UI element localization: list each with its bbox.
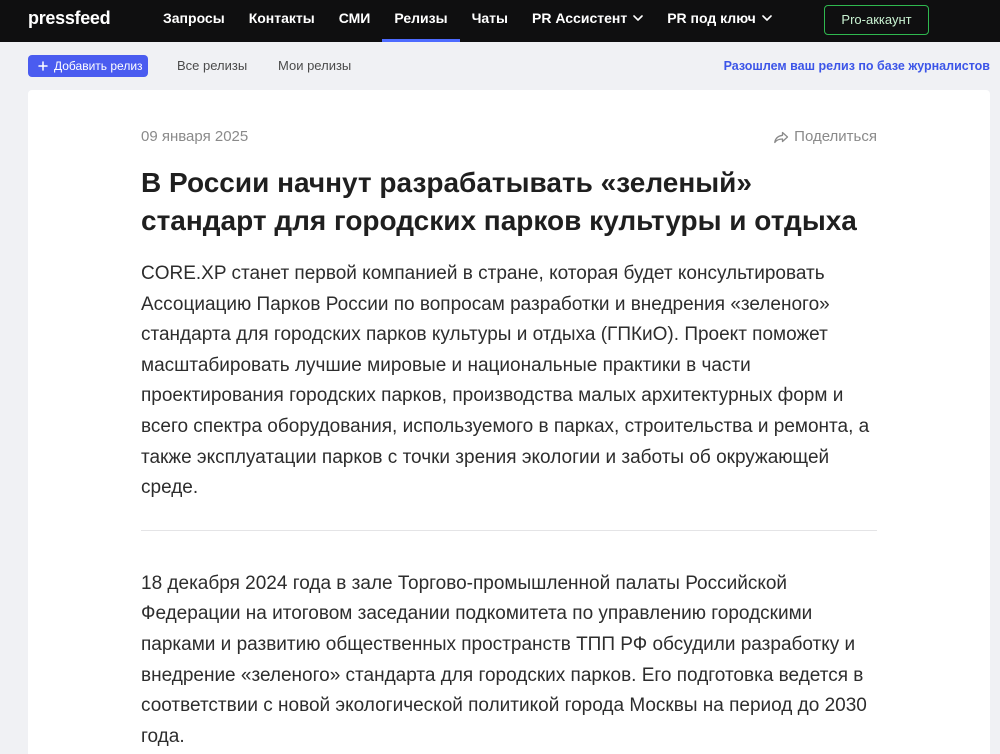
nav-item-contacts[interactable]: Контакты	[237, 0, 327, 42]
nav-item-label: Запросы	[163, 10, 225, 26]
nav-item-pr-assistant[interactable]: PR Ассистент	[520, 0, 655, 42]
nav-item-media[interactable]: СМИ	[327, 0, 383, 42]
chevron-down-icon	[761, 8, 772, 28]
nav-item-label: Релизы	[394, 10, 448, 26]
nav-item-label: Контакты	[248, 10, 315, 26]
distribute-release-link[interactable]: Разошлем ваш релиз по базе журналистов	[724, 57, 990, 75]
logo[interactable]: pressfeed	[28, 7, 111, 29]
release-date: 09 января 2025	[141, 128, 249, 145]
plus-icon	[38, 61, 48, 71]
nav-item-label: PR Ассистент	[532, 10, 628, 26]
pro-account-button[interactable]: Pro-аккаунт	[824, 5, 929, 35]
nav-item-releases[interactable]: Релизы	[382, 0, 460, 42]
release-lead: CORE.XP станет первой компанией в стране…	[141, 263, 870, 499]
nav-item-pr-turnkey[interactable]: PR под ключ	[655, 0, 784, 42]
tab-all-releases[interactable]: Все релизы	[177, 57, 247, 75]
add-release-label: Добавить релиз	[54, 59, 143, 73]
nav-item-label: СМИ	[338, 10, 371, 26]
release-meta: 09 января 2025 Поделиться	[141, 127, 877, 147]
release-title: В России начнут разрабатывать «зеленый» …	[141, 167, 857, 236]
release-card: 09 января 2025 Поделиться В России начну…	[28, 90, 990, 754]
share-button[interactable]: Поделиться	[773, 127, 877, 147]
nav-item-chats[interactable]: Чаты	[460, 0, 520, 42]
nav-item-requests[interactable]: Запросы	[151, 0, 237, 42]
add-release-button[interactable]: Добавить релиз	[28, 55, 148, 77]
chevron-down-icon	[633, 8, 643, 28]
nav-item-label: Чаты	[471, 10, 508, 26]
share-label: Поделиться	[794, 128, 877, 145]
divider	[141, 529, 877, 531]
tab-my-releases[interactable]: Мои релизы	[278, 57, 351, 75]
release-body-paragraph: 18 декабря 2024 года в зале Торгово-пром…	[141, 572, 867, 747]
main-nav: Запросы Контакты СМИ Релизы Чаты PR Асси…	[151, 0, 784, 42]
top-navbar: pressfeed Запросы Контакты СМИ Релизы Ча…	[0, 0, 1000, 42]
share-icon	[773, 129, 789, 145]
nav-item-label: PR под ключ	[667, 10, 756, 26]
